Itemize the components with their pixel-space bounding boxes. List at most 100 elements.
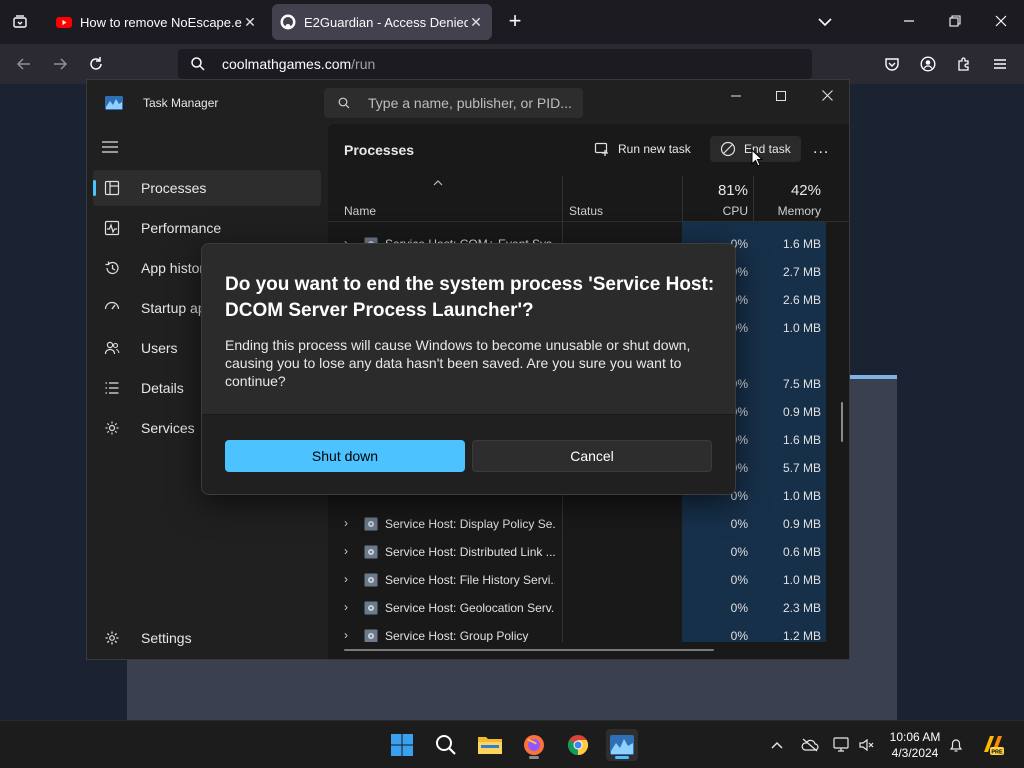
chrome-button[interactable]: [562, 729, 594, 761]
volume-button[interactable]: [856, 733, 878, 757]
table-row[interactable]: › Service Host: Display Policy Se... 0% 0.9…: [328, 510, 849, 538]
file-explorer-button[interactable]: [474, 729, 506, 761]
firefox-icon: [524, 735, 544, 755]
run-new-task-icon: [594, 142, 608, 156]
back-button[interactable]: [12, 52, 36, 76]
column-cpu[interactable]: CPU: [683, 204, 748, 218]
tab-title: How to remove NoEscape.exe [: [80, 14, 242, 30]
close-tab-icon[interactable]: ✕: [468, 14, 484, 30]
process-name: Service Host: File History Servi...: [385, 573, 555, 587]
service-host-icon: [364, 601, 378, 615]
start-button[interactable]: [386, 729, 418, 761]
youtube-icon: [56, 17, 72, 28]
nav-settings[interactable]: Settings: [93, 620, 321, 656]
reload-button[interactable]: [84, 52, 108, 76]
copilot-button[interactable]: PRE: [980, 733, 1006, 757]
settings-label: Settings: [141, 630, 192, 646]
column-status[interactable]: Status: [569, 204, 603, 218]
nav-label: Processes: [141, 180, 207, 196]
process-memory: 1.0 MB: [782, 321, 821, 335]
process-search-box[interactable]: [324, 88, 583, 118]
column-divider: [562, 176, 563, 222]
table-row[interactable]: › Service Host: Geolocation Serv... 0% 2.3 …: [328, 594, 849, 622]
account-button[interactable]: [916, 52, 940, 76]
taskbar-search-button[interactable]: [430, 729, 462, 761]
tab-list-icon: [13, 15, 27, 28]
copilot-pre-icon: PRE: [984, 736, 1004, 756]
close-tab-icon[interactable]: ✕: [242, 14, 258, 30]
card-accent-line: [849, 375, 897, 379]
extensions-button[interactable]: [952, 52, 976, 76]
service-host-icon: [364, 545, 378, 559]
puzzle-icon: [958, 57, 969, 71]
forward-button[interactable]: [48, 52, 72, 76]
column-name[interactable]: Name: [344, 204, 376, 218]
more-options-button[interactable]: ...: [813, 140, 829, 158]
expand-chevron-icon[interactable]: ›: [344, 545, 354, 557]
expand-chevron-icon[interactable]: ›: [344, 629, 354, 641]
new-tab-button[interactable]: +: [503, 10, 527, 34]
process-memory: 1.0 MB: [782, 489, 821, 503]
tm-minimize-button[interactable]: [721, 84, 751, 108]
table-row[interactable]: › Service Host: Group Policy 0% 1.2 MB: [328, 622, 849, 642]
service-host-icon: [364, 573, 378, 587]
show-hidden-icons-button[interactable]: [766, 733, 788, 757]
expand-chevron-icon[interactable]: ›: [344, 601, 354, 613]
hamburger-menu-icon[interactable]: [101, 140, 119, 154]
performance-icon: [104, 220, 120, 236]
details-icon: [105, 382, 119, 394]
minimize-button[interactable]: [897, 10, 921, 34]
process-cpu: 0%: [730, 573, 748, 587]
tm-close-button[interactable]: [812, 84, 842, 108]
arrow-right-icon: [54, 58, 68, 70]
pocket-button[interactable]: [880, 52, 904, 76]
task-manager-taskbar-button[interactable]: [606, 729, 638, 761]
system-clock[interactable]: 10:06 AM 4/3/2024: [882, 729, 948, 761]
task-manager-title: Task Manager: [143, 96, 219, 110]
network-button[interactable]: [831, 733, 853, 757]
run-new-task-button[interactable]: Run new task: [594, 136, 691, 162]
restore-button[interactable]: [943, 10, 967, 34]
github-icon: [280, 14, 296, 30]
cancel-button[interactable]: Cancel: [472, 440, 712, 472]
shut-down-button[interactable]: Shut down: [225, 440, 465, 472]
bell-icon: [949, 739, 963, 752]
table-row[interactable]: › Service Host: File History Servi... 0% 1.…: [328, 566, 849, 594]
list-all-tabs-button[interactable]: [815, 12, 835, 32]
network-icon: [833, 737, 849, 752]
processes-toolbar: Processes Run new task End task ...: [328, 124, 849, 172]
maximize-icon: [776, 91, 786, 101]
process-search-input[interactable]: [368, 95, 578, 111]
address-bar[interactable]: coolmathgames.com/run: [178, 49, 812, 79]
vertical-scrollbar[interactable]: [841, 402, 843, 442]
process-memory: 0.6 MB: [782, 545, 821, 559]
firefox-button[interactable]: [518, 729, 550, 761]
tab-list-button[interactable]: [8, 10, 32, 34]
tab-youtube[interactable]: How to remove NoEscape.exe [ ✕: [48, 4, 266, 40]
process-name: Service Host: Geolocation Serv...: [385, 601, 555, 615]
app-menu-button[interactable]: [988, 52, 1012, 76]
run-new-task-label: Run new task: [618, 142, 691, 156]
notifications-button[interactable]: [945, 733, 967, 757]
tm-maximize-button[interactable]: [766, 84, 796, 108]
close-window-button[interactable]: [989, 10, 1013, 34]
nav-performance[interactable]: Performance: [93, 210, 321, 246]
expand-chevron-icon[interactable]: ›: [344, 517, 354, 529]
nav-processes[interactable]: Processes: [93, 170, 321, 206]
onedrive-button[interactable]: [799, 733, 821, 757]
page-title: Processes: [344, 142, 415, 158]
expand-chevron-icon[interactable]: ›: [344, 573, 354, 585]
app-history-icon: [105, 261, 119, 275]
tab-e2guardian[interactable]: E2Guardian - Access Denied ✕: [272, 4, 492, 40]
process-name: Service Host: Display Policy Se...: [385, 517, 555, 531]
running-indicator: [529, 756, 539, 759]
browser-tab-bar: How to remove NoEscape.exe [ ✕ E2Guardia…: [0, 0, 1024, 44]
process-memory: 1.6 MB: [782, 237, 821, 251]
column-memory[interactable]: Memory: [753, 204, 821, 218]
table-row[interactable]: › Service Host: Distributed Link ... 0% 0.6…: [328, 538, 849, 566]
process-cpu: 0%: [730, 629, 748, 642]
url-host: coolmathgames.com: [222, 56, 352, 72]
horizontal-scrollbar[interactable]: [344, 649, 714, 651]
search-icon: [338, 97, 350, 109]
process-memory: 0.9 MB: [782, 405, 821, 419]
